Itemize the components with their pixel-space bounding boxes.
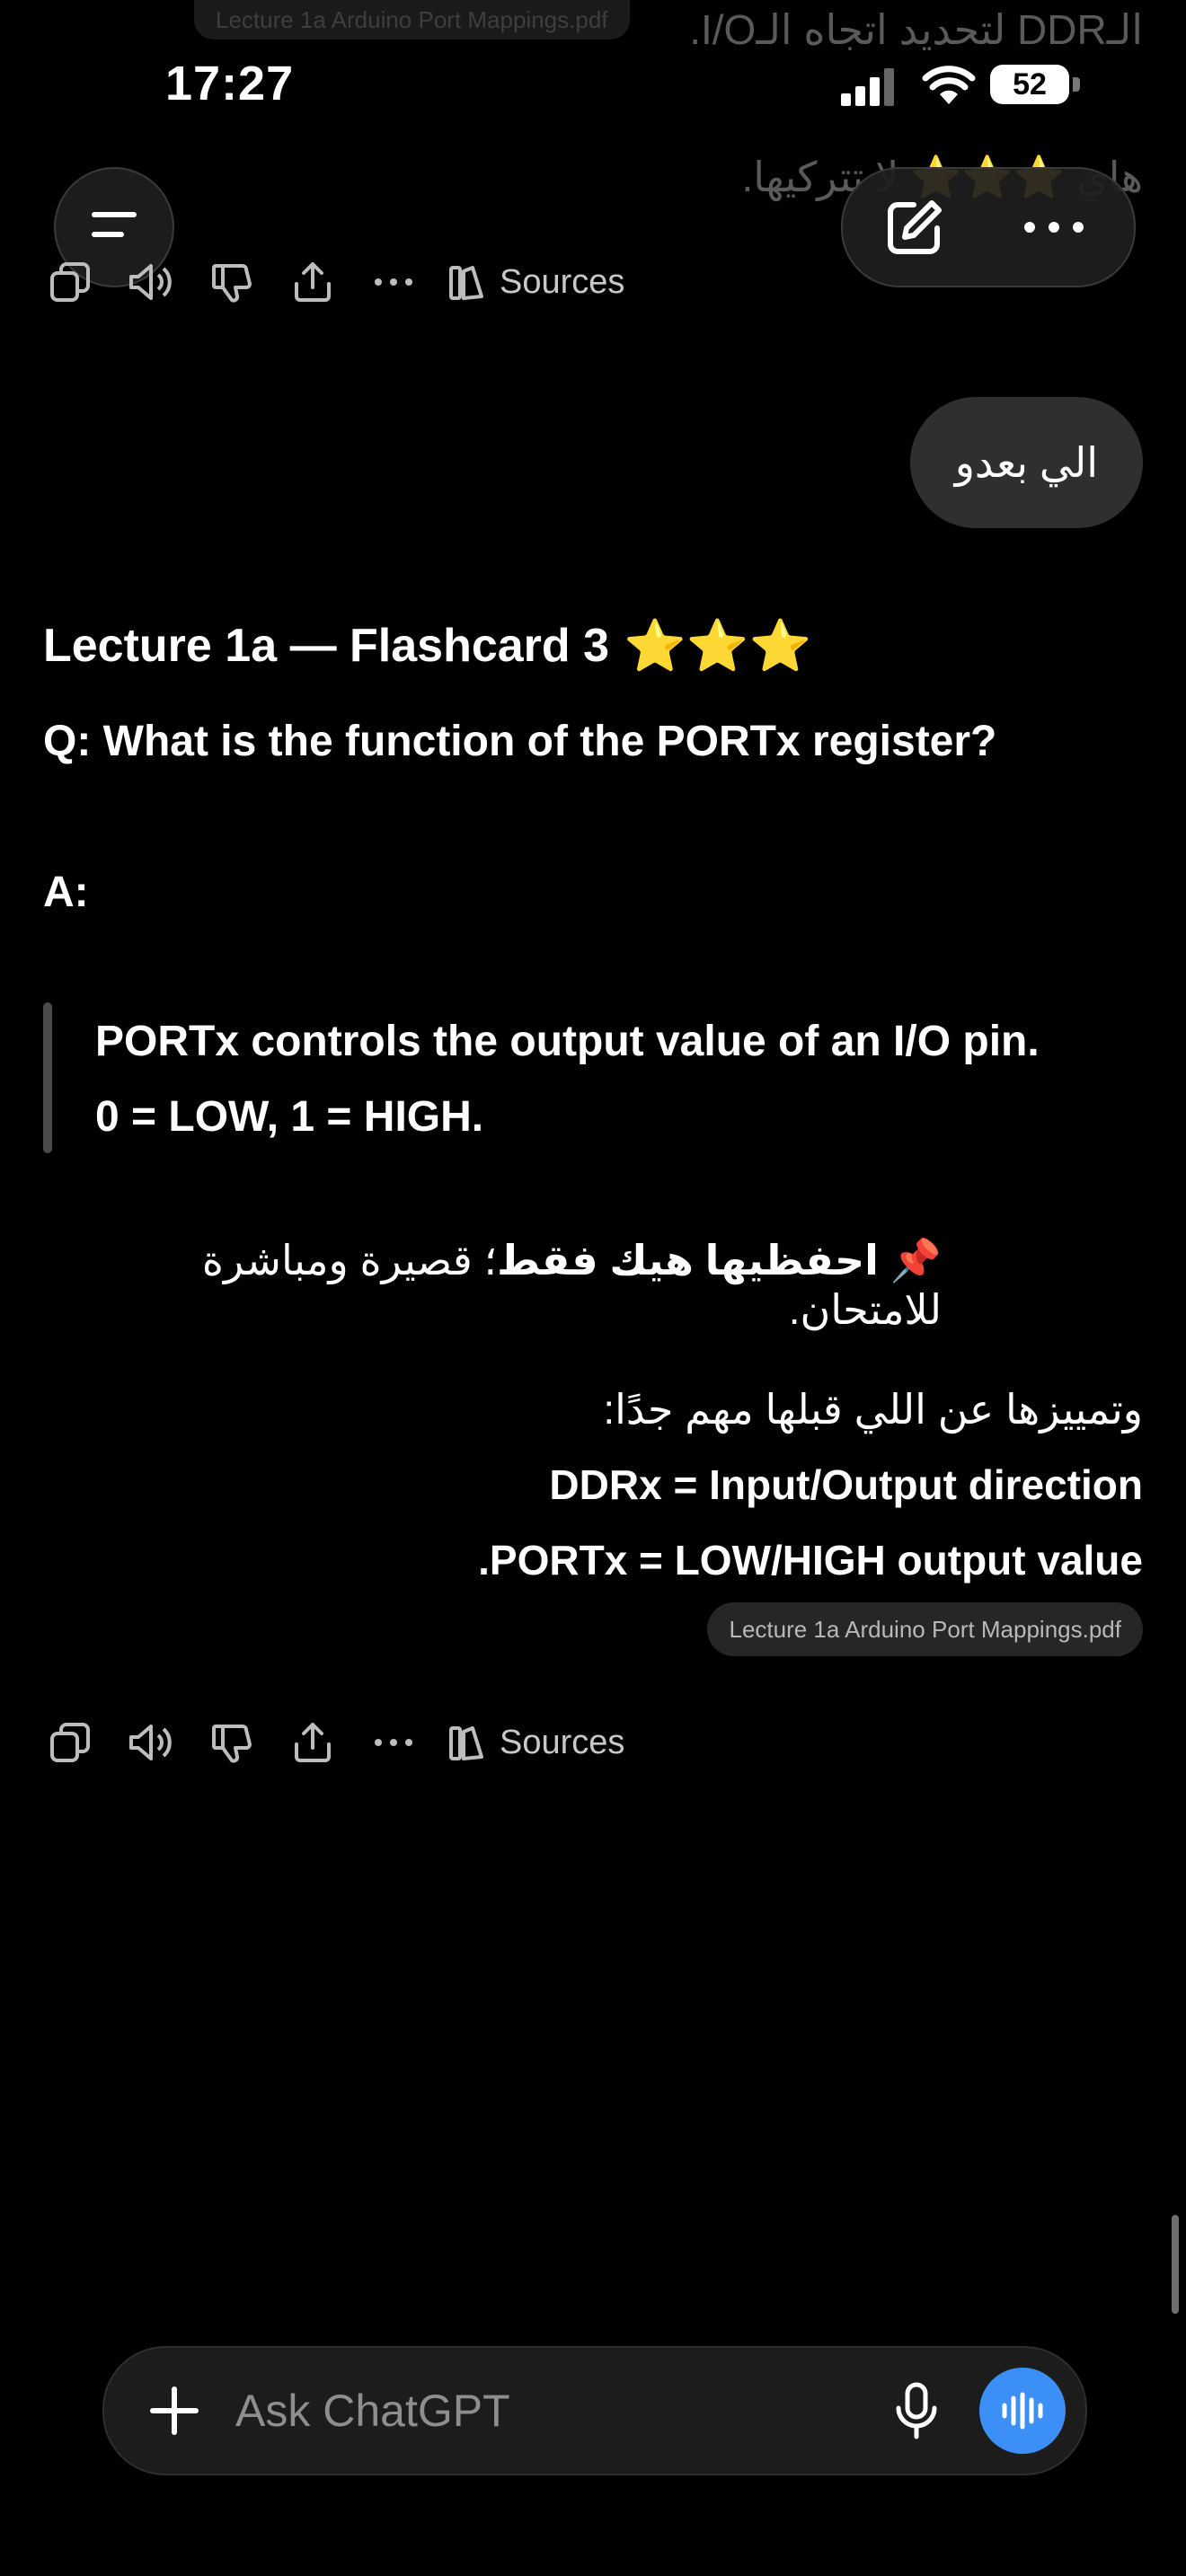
battery-tip bbox=[1073, 77, 1080, 92]
more-actions-button[interactable] bbox=[367, 255, 420, 309]
speaker-icon bbox=[129, 264, 172, 300]
sources-button[interactable]: Sources bbox=[447, 255, 624, 309]
menu-icon bbox=[85, 206, 143, 250]
compose-icon bbox=[888, 200, 942, 254]
previous-message-line-1: الـDDR لتحديد اتجاه الـI/O. bbox=[689, 6, 1143, 53]
star-rating: ⭐⭐⭐ bbox=[624, 617, 812, 674]
book-icon bbox=[449, 1726, 483, 1760]
copy-icon bbox=[50, 262, 90, 302]
sources-label: Sources bbox=[500, 1723, 625, 1761]
sources-button[interactable]: Sources bbox=[447, 1716, 624, 1769]
wifi-icon bbox=[922, 65, 976, 110]
thumbs-down-button[interactable] bbox=[205, 255, 259, 309]
message-input[interactable] bbox=[234, 2384, 881, 2438]
copy-button[interactable] bbox=[43, 1716, 97, 1769]
blockquote-bar bbox=[43, 1002, 52, 1153]
battery-indicator: 52 bbox=[990, 65, 1069, 104]
read-aloud-button[interactable] bbox=[124, 255, 178, 309]
ellipsis-icon bbox=[375, 1739, 412, 1746]
new-chat-button[interactable] bbox=[879, 191, 951, 263]
thumbs-down-icon bbox=[212, 1725, 252, 1763]
add-attachment-button[interactable] bbox=[138, 2375, 210, 2447]
pin-icon: 📌 bbox=[890, 1237, 942, 1284]
status-time: 17:27 bbox=[165, 57, 295, 110]
ddr-definition: DDRx = Input/Output direction bbox=[549, 1461, 1143, 1508]
thumbs-down-icon bbox=[212, 264, 252, 303]
flashcard-question: Q: What is the function of the PORTx reg… bbox=[43, 718, 997, 765]
answer-label: A: bbox=[43, 869, 89, 916]
answer-quote-line-1: PORTx controls the output value of an I/… bbox=[95, 1018, 1040, 1065]
answer-quote-line-2: 0 = LOW, 1 = HIGH. bbox=[95, 1093, 484, 1141]
speaker-icon bbox=[129, 1725, 172, 1760]
copy-icon bbox=[50, 1723, 90, 1762]
cellular-signal-icon bbox=[841, 68, 897, 110]
sources-label: Sources bbox=[500, 262, 625, 301]
source-file-chip[interactable]: Lecture 1a Arduino Port Mappings.pdf bbox=[707, 1602, 1143, 1656]
microphone-icon bbox=[896, 2382, 937, 2439]
ellipsis-icon bbox=[375, 278, 412, 286]
header-actions bbox=[841, 167, 1136, 287]
flashcard-title-text: Lecture 1a — Flashcard 3 bbox=[43, 620, 610, 672]
distinguish-intro: وتمييزها عن اللي قبلها مهم جدًا: bbox=[603, 1386, 1143, 1433]
message-actions: Sources bbox=[43, 1716, 651, 1769]
voice-mode-button[interactable] bbox=[979, 2368, 1066, 2454]
copy-button[interactable] bbox=[43, 255, 97, 309]
share-button[interactable] bbox=[286, 255, 340, 309]
more-icon bbox=[1024, 222, 1084, 233]
thumbs-down-button[interactable] bbox=[205, 1716, 259, 1769]
read-aloud-button[interactable] bbox=[124, 1716, 178, 1769]
share-icon bbox=[295, 262, 331, 302]
composer bbox=[102, 2346, 1087, 2475]
more-actions-button[interactable] bbox=[367, 1716, 420, 1769]
flashcard-title: Lecture 1a — Flashcard 3 ⭐⭐⭐ bbox=[43, 616, 811, 675]
previous-message-actions: Sources bbox=[43, 255, 651, 309]
dictate-button[interactable] bbox=[881, 2375, 952, 2447]
share-button[interactable] bbox=[286, 1716, 340, 1769]
port-definition: .PORTx = LOW/HIGH output value bbox=[478, 1537, 1143, 1584]
scrollbar[interactable] bbox=[1172, 2215, 1179, 2314]
voice-waveform-icon bbox=[1002, 2392, 1043, 2430]
more-options-button[interactable] bbox=[1013, 191, 1094, 263]
memorize-bold: احفظيها هيك فقط bbox=[497, 1237, 879, 1284]
share-icon bbox=[295, 1723, 331, 1762]
memorize-note: 📌 احفظيها هيك فقط؛ قصيرة ومباشرة للامتحا… bbox=[43, 1236, 942, 1334]
previous-file-chip: Lecture 1a Arduino Port Mappings.pdf bbox=[194, 0, 630, 40]
user-message-bubble: الي بعدو bbox=[909, 397, 1143, 528]
plus-icon bbox=[150, 2386, 199, 2435]
book-icon bbox=[449, 266, 483, 300]
